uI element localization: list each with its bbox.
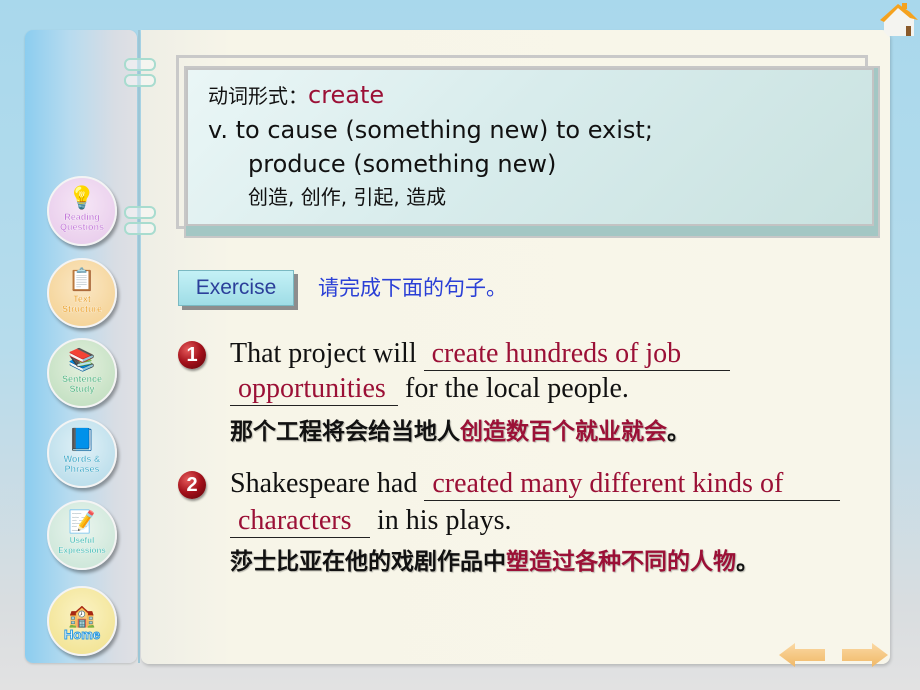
question-2-translation: 莎士比亚在他的戏剧作品中塑造过各种不同的人物。: [230, 549, 759, 575]
arrow-left-icon[interactable]: [779, 643, 825, 667]
exercise-button[interactable]: Exercise: [178, 270, 294, 306]
books-icon: 📚: [68, 348, 96, 373]
notepad-pencil-icon: 📝: [68, 510, 96, 535]
house-icon[interactable]: [880, 2, 918, 38]
book-icon: 📘: [68, 428, 96, 453]
definition-meaning-2: produce (something new): [248, 150, 557, 178]
nav-text-structure[interactable]: 📋 Text Structure: [47, 258, 117, 328]
definition-label: 动词形式：: [208, 84, 308, 108]
arrow-right-icon[interactable]: [842, 643, 888, 667]
question-2-line-2: characters in his plays.: [230, 505, 512, 538]
question-number-badge: 2: [178, 471, 206, 499]
lightbulb-icon: 💡: [68, 186, 96, 211]
answer-blank: create hundreds of job: [423, 338, 730, 371]
building-icon: 🏫: [68, 604, 96, 629]
binder-ring: [124, 222, 156, 235]
answer-blank: created many different kinds of: [424, 468, 841, 501]
question-1-line-1: That project will create hundreds of job: [230, 338, 730, 371]
binder-ring: [124, 74, 156, 87]
board-icon: 📋: [68, 268, 96, 293]
definition-meaning-1: v. to cause (something new) to exist;: [208, 116, 653, 144]
nav-useful-expressions[interactable]: 📝 Useful Expressions: [47, 500, 117, 570]
definition-box: 动词形式：create v. to cause (something new) …: [186, 68, 874, 226]
exercise-instruction: 请完成下面的句子。: [318, 276, 507, 300]
nav-home[interactable]: 🏫 Home: [47, 586, 117, 656]
question-number-badge: 1: [178, 341, 206, 369]
definition-chinese: 创造, 创作, 引起, 造成: [248, 185, 447, 209]
question-2-line-1: Shakespeare had created many different k…: [230, 468, 841, 501]
nav-sentence-study[interactable]: 📚 Sentence Study: [47, 338, 117, 408]
binder-ring: [124, 206, 156, 219]
definition-word: create: [308, 81, 385, 109]
nav-reading-questions[interactable]: 💡 Reading Questions: [47, 176, 117, 246]
question-1-translation: 那个工程将会给当地人创造数百个就业就会。: [230, 419, 690, 445]
answer-blank: opportunities: [230, 373, 398, 406]
answer-blank: characters: [230, 505, 370, 538]
notebook-spine: [138, 30, 140, 663]
nav-words-phrases[interactable]: 📘 Words & Phrases: [47, 418, 117, 488]
binder-ring: [124, 58, 156, 71]
question-1-line-2: opportunities for the local people.: [230, 373, 629, 406]
